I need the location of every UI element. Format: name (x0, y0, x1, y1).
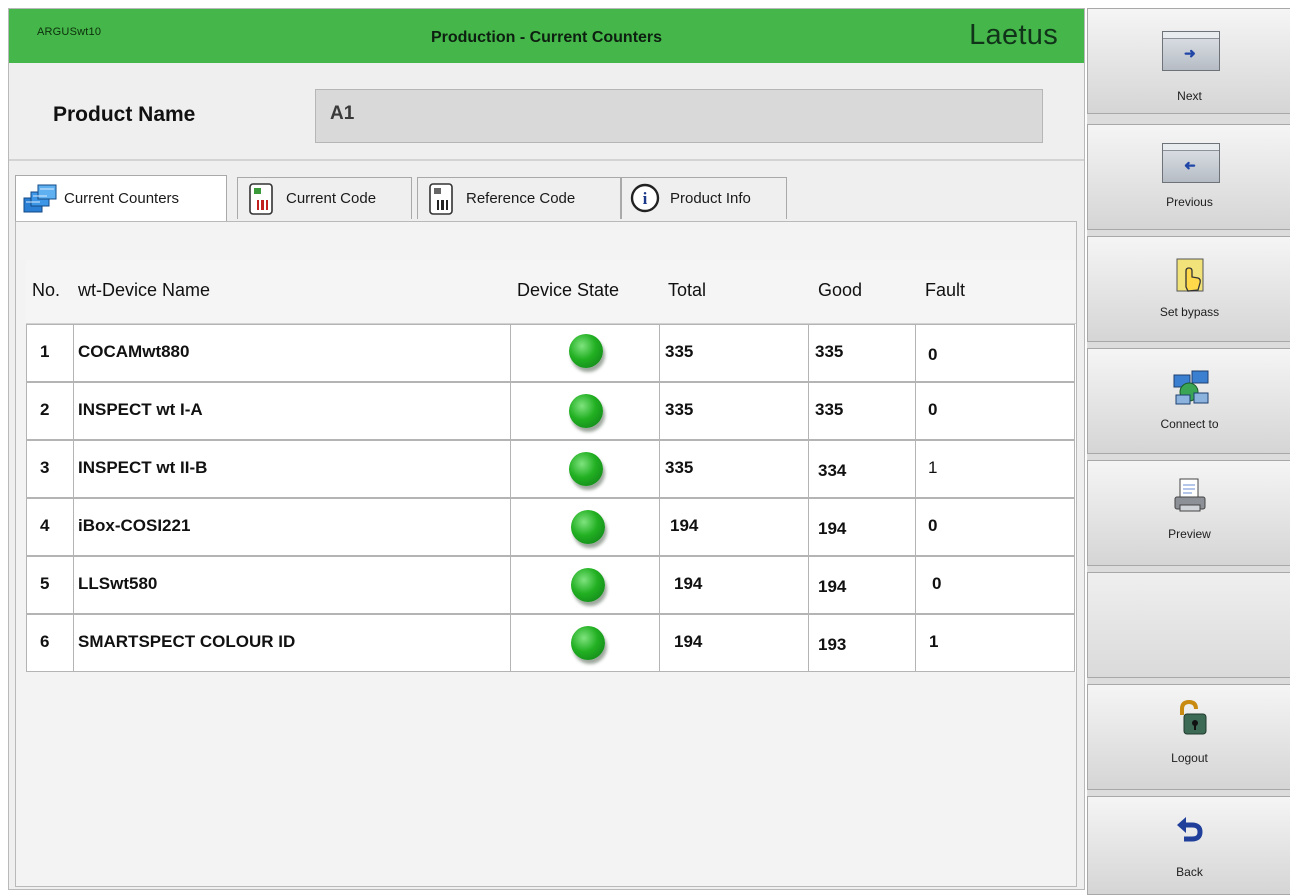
button-label: Back (1176, 865, 1203, 879)
cell-total: 335 (665, 342, 694, 361)
divider (9, 159, 1084, 161)
tab-label: Current Counters (64, 190, 180, 207)
button-label: Logout (1171, 751, 1208, 765)
cell-no: 2 (40, 400, 50, 419)
tab-label: Current Code (286, 190, 377, 207)
main-panel: ARGUSwt10 Production - Current Counters … (8, 8, 1085, 890)
empty-button-slot (1087, 572, 1290, 678)
cell-fault: 0 (932, 574, 942, 593)
table-row[interactable]: 2 INSPECT wt I-A 335 335 0 (26, 382, 1076, 440)
cell-no: 3 (40, 458, 50, 477)
network-icon (1172, 369, 1210, 407)
page-title: Production - Current Counters (430, 29, 663, 46)
back-button[interactable]: Back (1087, 796, 1290, 895)
product-row: Product Name A1 (9, 63, 1084, 163)
cell-fault: 1 (928, 458, 938, 477)
cell-total: 194 (674, 632, 703, 651)
device-state-led (571, 626, 605, 660)
padlock-icon (1172, 699, 1210, 737)
svg-text:i: i (643, 189, 648, 208)
cell-no: 4 (40, 516, 50, 535)
logout-button[interactable]: Logout (1087, 684, 1290, 790)
title-bar: ARGUSwt10 Production - Current Counters … (9, 9, 1084, 63)
cell-fault: 0 (928, 400, 938, 419)
button-label: Preview (1168, 527, 1211, 541)
cell-total: 194 (674, 574, 703, 593)
cell-total: 194 (670, 516, 699, 535)
next-icon: ➜ (1162, 31, 1220, 71)
column-header-no: No. (32, 280, 61, 300)
counters-icon (22, 182, 58, 216)
table-row[interactable]: 1 COCAMwt880 335 335 0 (26, 324, 1076, 382)
cell-device-name: COCAMwt880 (78, 342, 190, 361)
cell-fault: 0 (928, 516, 938, 535)
action-sidebar: ➜ Next ➜ Previous Set bypass Connect to (1087, 8, 1290, 895)
button-label: Connect to (1160, 417, 1219, 431)
button-label: Set bypass (1159, 305, 1220, 319)
connect-to-button[interactable]: Connect to (1087, 348, 1290, 454)
cell-device-name: SMARTSPECT COLOUR ID (78, 632, 296, 651)
tab-label: Product Info (670, 190, 751, 207)
column-header-device-name: wt-Device Name (78, 280, 211, 300)
cell-good: 194 (818, 577, 847, 596)
device-state-led (569, 394, 603, 428)
cell-device-name: INSPECT wt I-A (78, 400, 203, 419)
cell-good: 335 (815, 342, 844, 361)
print-preview-icon (1172, 477, 1210, 515)
back-arrow-icon (1174, 813, 1212, 851)
product-name-field[interactable]: A1 (315, 89, 1043, 143)
table-row[interactable]: 5 LLSwt580 194 194 0 (26, 556, 1076, 614)
previous-icon: ➜ (1162, 143, 1220, 183)
info-icon: i (628, 182, 664, 216)
cell-total: 335 (665, 458, 694, 477)
device-state-led (569, 452, 603, 486)
column-header-device-state: Device State (517, 280, 620, 300)
tab-current-code[interactable]: Current Code (237, 177, 412, 219)
table-row[interactable]: 6 SMARTSPECT COLOUR ID 194 193 1 (26, 614, 1076, 672)
set-bypass-button[interactable]: Set bypass (1087, 236, 1290, 342)
device-state-led (571, 568, 605, 602)
button-label: Next (1177, 89, 1202, 103)
button-label: Previous (1166, 195, 1213, 209)
cell-good: 194 (818, 519, 847, 538)
column-header-good: Good (818, 280, 863, 300)
cell-fault: 1 (929, 632, 939, 651)
previous-button[interactable]: ➜ Previous (1087, 124, 1290, 230)
cell-device-name: INSPECT wt II-B (78, 458, 208, 477)
company-logo: Laetus (969, 19, 1058, 51)
column-header-fault: Fault (925, 280, 966, 300)
tab-reference-code[interactable]: Reference Code (417, 177, 621, 219)
cell-no: 5 (40, 574, 50, 593)
device-state-led (569, 334, 603, 368)
cell-no: 6 (40, 632, 50, 651)
cell-device-name: iBox-COSI221 (78, 516, 191, 535)
cell-no: 1 (40, 342, 50, 361)
tab-product-info[interactable]: i Product Info (621, 177, 787, 219)
cell-good: 335 (815, 400, 844, 419)
tab-current-counters[interactable]: Current Counters (15, 175, 227, 221)
tab-label: Reference Code (466, 190, 576, 207)
preview-button[interactable]: Preview (1087, 460, 1290, 566)
barcode-reference-icon (424, 182, 460, 216)
cell-total: 335 (665, 400, 694, 419)
table-header: No. wt-Device Name Device State Total Go… (26, 260, 1076, 324)
device-state-led (571, 510, 605, 544)
product-name-label: Product Name (53, 103, 196, 126)
column-header-total: Total (668, 280, 707, 300)
cell-good: 334 (818, 461, 847, 480)
table-row[interactable]: 4 iBox-COSI221 194 194 0 (26, 498, 1076, 556)
cell-good: 193 (818, 635, 847, 654)
cell-device-name: LLSwt580 (78, 574, 158, 593)
next-button[interactable]: ➜ Next (1087, 8, 1290, 114)
tab-panel-current-counters: No. wt-Device Name Device State Total Go… (15, 221, 1077, 887)
table-row[interactable]: 3 INSPECT wt II-B 335 334 1 (26, 440, 1076, 498)
cell-fault: 0 (928, 345, 938, 364)
hand-pointer-icon (1172, 257, 1210, 295)
barcode-doc-icon (244, 182, 280, 216)
